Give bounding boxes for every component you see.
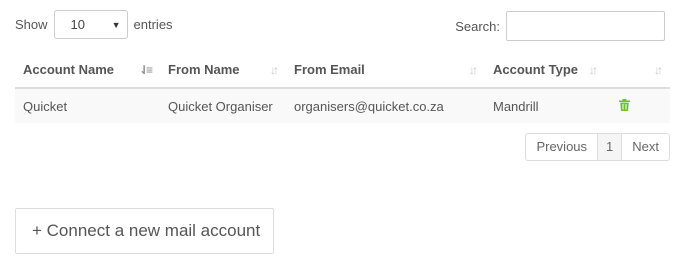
connect-mail-account-button[interactable]: + Connect a new mail account bbox=[15, 208, 274, 254]
sort-icon: ↓↑ bbox=[469, 62, 478, 77]
cell-account-name: Quicket bbox=[15, 88, 160, 123]
search-label: Search: bbox=[455, 18, 500, 34]
cell-actions bbox=[605, 88, 670, 123]
previous-page-button[interactable]: Previous bbox=[525, 133, 599, 161]
column-header-from-email[interactable]: From Email ↓↑ bbox=[286, 52, 485, 89]
page-1-button[interactable]: 1 bbox=[598, 133, 623, 161]
table-row: Quicket Quicket Organiser organisers@qui… bbox=[15, 88, 670, 123]
table-header-row: Account Name ⇃≡ From Name ↓↑ From Email … bbox=[15, 52, 670, 89]
search-input[interactable] bbox=[506, 11, 665, 41]
next-page-button[interactable]: Next bbox=[622, 133, 670, 161]
entries-per-page-select[interactable]: 10 ▼ bbox=[53, 10, 128, 39]
trash-icon[interactable] bbox=[619, 98, 630, 114]
column-header-label: From Email bbox=[294, 62, 365, 77]
sort-ascending-icon: ⇃≡ bbox=[138, 62, 153, 77]
show-label: Show bbox=[15, 17, 48, 32]
sort-icon: ↓↑ bbox=[270, 62, 279, 77]
column-header-actions[interactable]: ↓↑ bbox=[605, 52, 670, 89]
column-header-label: From Name bbox=[168, 62, 240, 77]
sort-icon: ↓↑ bbox=[654, 62, 663, 77]
mail-accounts-panel: Show 10 ▼ entries Search: Account Name ⇃… bbox=[0, 0, 688, 265]
column-header-account-name[interactable]: Account Name ⇃≡ bbox=[15, 52, 160, 89]
cell-from-name: Quicket Organiser bbox=[160, 88, 286, 123]
column-header-label: Account Type bbox=[493, 62, 578, 77]
cell-from-email: organisers@quicket.co.za bbox=[286, 88, 485, 123]
mail-accounts-table: Account Name ⇃≡ From Name ↓↑ From Email … bbox=[15, 52, 670, 123]
column-header-from-name[interactable]: From Name ↓↑ bbox=[160, 52, 286, 89]
caret-down-icon: ▼ bbox=[111, 19, 121, 30]
column-header-account-type[interactable]: Account Type ↓↑ bbox=[485, 52, 605, 89]
entries-length-control: Show 10 ▼ entries bbox=[15, 10, 173, 39]
column-header-label: Account Name bbox=[23, 62, 115, 77]
cell-account-type: Mandrill bbox=[485, 88, 605, 123]
pagination: Previous 1 Next bbox=[525, 133, 670, 161]
entries-per-page-value: 10 bbox=[70, 17, 85, 32]
search-control: Search: bbox=[455, 11, 665, 41]
sort-icon: ↓↑ bbox=[589, 62, 598, 77]
entries-label: entries bbox=[133, 17, 173, 32]
